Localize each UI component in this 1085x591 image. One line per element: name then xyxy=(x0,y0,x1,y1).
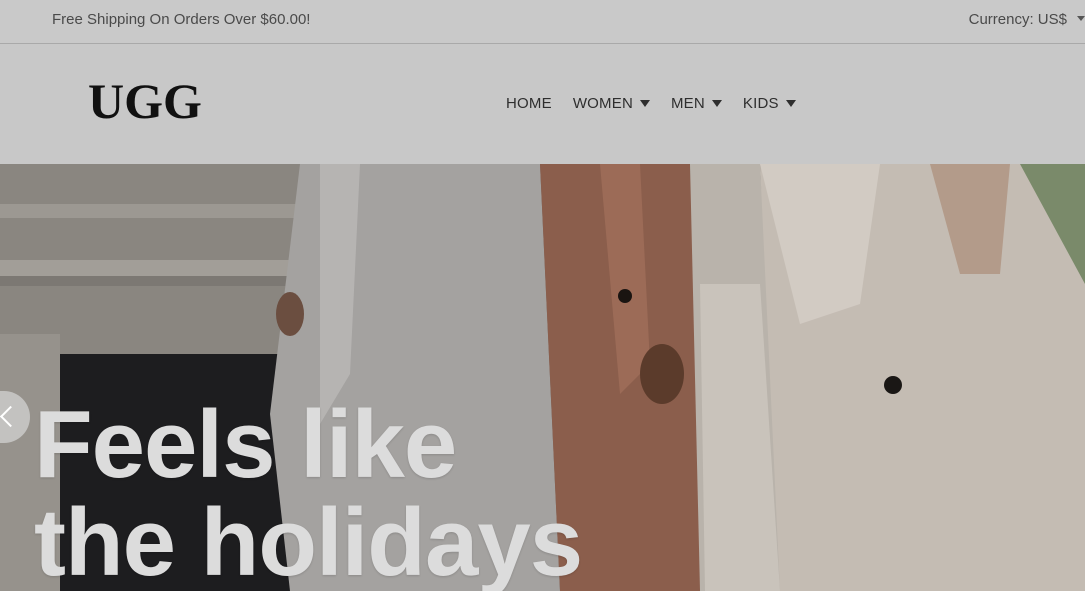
currency-selector[interactable]: Currency: US$ xyxy=(969,11,1085,28)
nav-women[interactable]: WOMEN xyxy=(573,95,650,112)
nav-men-label: MEN xyxy=(670,95,705,112)
hero-headline: Feels like the holidays xyxy=(34,391,583,591)
nav-women-label: WOMEN xyxy=(572,95,633,112)
caret-down-icon xyxy=(639,100,650,107)
nav-home[interactable]: HOME xyxy=(506,95,552,112)
hero-headline-line2: the holidays xyxy=(34,489,583,591)
caret-down-icon xyxy=(785,100,796,107)
free-shipping-message: Free Shipping On Orders Over $60.00! xyxy=(52,11,311,28)
nav-men[interactable]: MEN xyxy=(671,95,722,112)
currency-label: Currency: US$ xyxy=(968,11,1067,28)
main-nav: HOME WOMEN MEN KIDS xyxy=(506,95,796,112)
chevron-left-icon xyxy=(0,405,22,428)
brand-logo[interactable]: UGG xyxy=(86,73,216,134)
site-header: UGG HOME WOMEN MEN KIDS xyxy=(0,44,1085,164)
nav-kids-label: KIDS xyxy=(742,95,779,112)
svg-text:UGG: UGG xyxy=(88,74,202,129)
hero-banner: Feels like the holidays xyxy=(0,164,1085,591)
announcement-bar: Free Shipping On Orders Over $60.00! Cur… xyxy=(0,0,1085,44)
nav-home-label: HOME xyxy=(506,95,552,112)
hero-headline-line1: Feels like xyxy=(34,391,457,498)
caret-down-icon xyxy=(711,100,722,107)
chevron-down-icon xyxy=(1077,16,1085,21)
ugg-logo-icon: UGG xyxy=(88,73,202,129)
nav-kids[interactable]: KIDS xyxy=(743,95,796,112)
